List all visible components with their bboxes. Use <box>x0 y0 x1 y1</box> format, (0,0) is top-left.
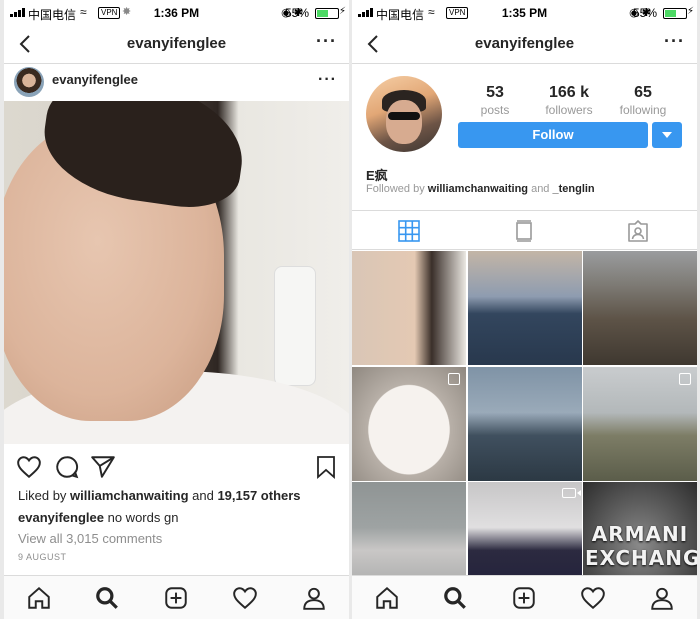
battery-icon <box>315 8 339 19</box>
followed-by-user2[interactable]: _tenglin <box>552 183 594 195</box>
charging-icon: ⚡ <box>686 6 694 17</box>
followed-by-line: Followed by williamchanwaiting and _teng… <box>366 183 595 195</box>
home-icon[interactable] <box>374 585 400 611</box>
grid-photo[interactable] <box>583 251 697 365</box>
avatar[interactable] <box>14 67 44 97</box>
grid-photo[interactable] <box>352 366 466 481</box>
post-photo[interactable] <box>4 101 349 444</box>
status-bar: 中国电信 ≈ VPN 1:35 PM ◉ ✱ 55% ⚡ <box>352 0 697 26</box>
heart-icon[interactable] <box>580 585 606 611</box>
followers-label: followers <box>545 103 593 117</box>
profile-icon[interactable] <box>649 585 675 611</box>
following-count: 65 <box>634 84 652 101</box>
profile-screen: 中国电信 ≈ VPN 1:35 PM ◉ ✱ 55% ⚡ evanyifengl… <box>352 0 697 619</box>
posts-count: 53 <box>486 84 504 101</box>
post-more-icon[interactable]: ··· <box>318 71 337 89</box>
bookmark-icon[interactable] <box>314 454 338 480</box>
post-header: evanyifenglee ··· <box>4 64 349 100</box>
status-bar: 中国电信 ≈ VPN ✸ 1:36 PM ◉ ✱ 55% ⚡ <box>4 0 349 26</box>
likes-mid: and <box>188 488 218 503</box>
video-icon <box>561 488 581 498</box>
armani-exchange-text: ARMANI EXCHANGE <box>585 522 697 570</box>
profile-avatar[interactable] <box>366 76 442 152</box>
search-icon[interactable] <box>442 585 468 611</box>
grid-photo[interactable] <box>583 366 697 481</box>
grid-photo[interactable] <box>352 251 466 365</box>
charging-icon: ⚡ <box>338 6 346 17</box>
comment-icon[interactable] <box>54 454 80 480</box>
liked-by-user[interactable]: williamchanwaiting <box>70 488 188 503</box>
following-label: following <box>619 103 667 117</box>
post-actions <box>4 452 349 482</box>
followed-by-mid: and <box>528 183 553 195</box>
nav-bar: evanyifenglee ··· <box>4 26 349 64</box>
likes-prefix: Liked by <box>18 488 71 503</box>
grid-photo[interactable] <box>352 482 466 575</box>
heart-icon[interactable] <box>232 585 258 611</box>
post-date: 9 AUGUST <box>18 552 67 562</box>
posts-label: posts <box>480 103 510 117</box>
multi-photo-icon <box>448 372 460 385</box>
grid-photo[interactable] <box>467 251 582 365</box>
profile-view-tabs <box>352 210 697 250</box>
grid-photo[interactable] <box>467 366 582 481</box>
followed-by-user1[interactable]: williamchanwaiting <box>428 183 528 195</box>
caption-username[interactable]: evanyifenglee <box>18 510 104 525</box>
more-options-icon[interactable]: ··· <box>664 32 685 50</box>
grid-view-icon[interactable] <box>398 220 420 242</box>
more-options-icon[interactable]: ··· <box>316 32 337 50</box>
like-heart-icon[interactable] <box>16 454 42 480</box>
bottom-tab-bar <box>352 575 697 619</box>
search-icon[interactable] <box>94 585 120 611</box>
followers-stat[interactable]: 166 k followers <box>534 84 604 117</box>
tagged-photos-icon[interactable] <box>627 220 649 242</box>
followed-by-prefix: Followed by <box>366 183 428 195</box>
caption-text: no words gn <box>104 510 179 525</box>
add-icon[interactable] <box>163 585 189 611</box>
likes-line: Liked by williamchanwaiting and 19,157 o… <box>18 488 301 503</box>
battery-percent: 55% <box>632 6 657 20</box>
photo-grid: ARMANI EXCHANGE <box>352 251 697 575</box>
profile-icon[interactable] <box>301 585 327 611</box>
grid-photo[interactable] <box>467 482 582 575</box>
bottom-tab-bar <box>4 575 349 619</box>
add-icon[interactable] <box>511 585 537 611</box>
battery-percent: 55% <box>284 6 309 20</box>
following-stat[interactable]: 65 following <box>608 84 678 117</box>
view-comments-link[interactable]: View all 3,015 comments <box>18 531 162 546</box>
posts-stat[interactable]: 53 posts <box>460 84 530 117</box>
post-screen: 中国电信 ≈ VPN ✸ 1:36 PM ◉ ✱ 55% ⚡ evanyifen… <box>4 0 349 619</box>
post-username[interactable]: evanyifenglee <box>52 72 138 87</box>
home-icon[interactable] <box>26 585 52 611</box>
page-title: evanyifenglee <box>126 35 227 52</box>
nav-bar: evanyifenglee ··· <box>352 26 697 64</box>
page-title: evanyifenglee <box>474 35 575 52</box>
profile-name: E疯 <box>366 168 388 183</box>
caption: evanyifenglee no words gn <box>18 510 178 525</box>
multi-photo-icon <box>679 372 691 385</box>
followers-count: 166 k <box>548 84 590 101</box>
grid-photo[interactable]: ARMANI EXCHANGE <box>583 482 697 575</box>
suggested-dropdown-button[interactable] <box>652 122 682 148</box>
battery-icon <box>663 8 687 19</box>
follow-button[interactable]: Follow <box>458 122 648 148</box>
share-icon[interactable] <box>90 454 116 480</box>
likes-count[interactable]: 19,157 others <box>217 488 300 503</box>
list-view-icon[interactable] <box>513 220 535 242</box>
